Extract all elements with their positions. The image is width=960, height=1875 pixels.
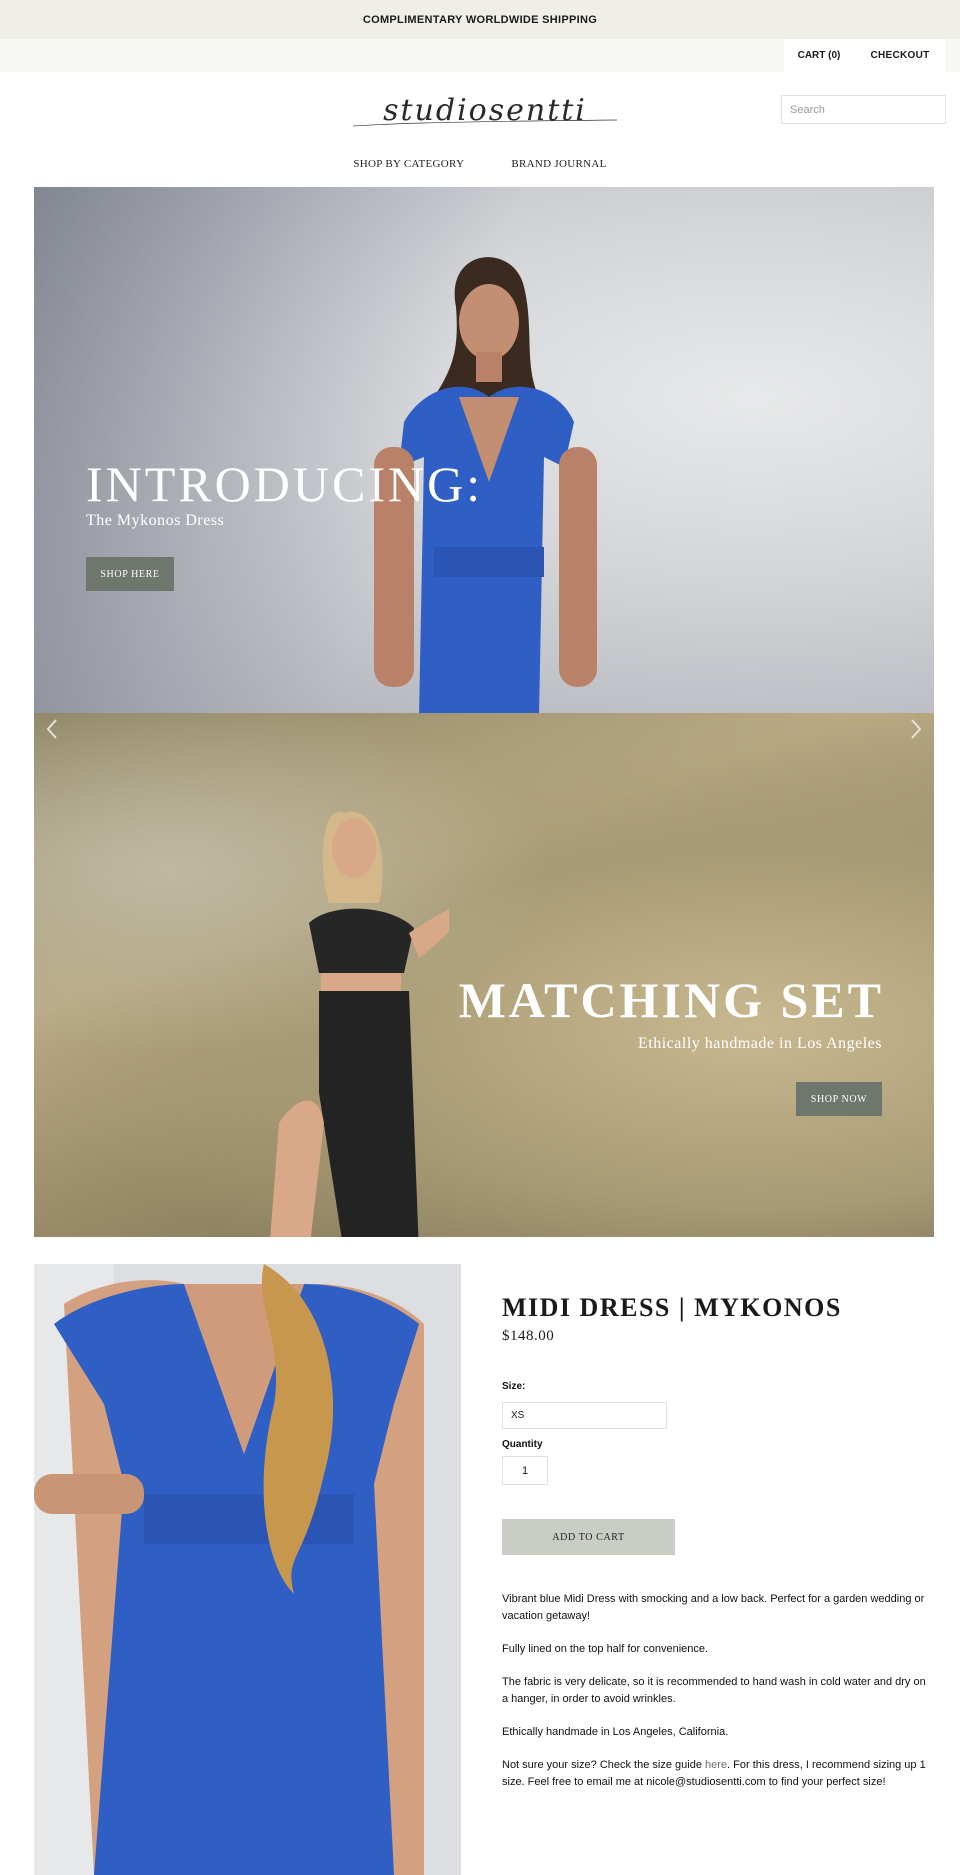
product-price: $148.00: [502, 1328, 555, 1344]
announcement-bar: COMPLIMENTARY WORLDWIDE SHIPPING: [0, 0, 960, 39]
slide-subheading: The Mykonos Dress: [86, 512, 225, 529]
size-label: Size:: [502, 1381, 526, 1392]
search-input[interactable]: [781, 95, 946, 124]
description-paragraph: Vibrant blue Midi Dress with smocking an…: [502, 1593, 925, 1622]
chevron-right-icon: [911, 719, 922, 739]
utility-bar: CART (0) CHECKOUT: [0, 39, 960, 72]
chevron-left-icon: [46, 719, 57, 739]
size-select[interactable]: XS: [502, 1402, 667, 1429]
svg-text:studiosentti: studiosentti: [383, 93, 587, 128]
brand-logo[interactable]: studiosentti: [345, 82, 625, 146]
checkout-link[interactable]: CHECKOUT: [854, 39, 946, 72]
quantity-input[interactable]: [502, 1456, 548, 1485]
model-black-set-image: [270, 811, 449, 1237]
product-title: MIDI DRESS | MYKONOS: [502, 1293, 842, 1322]
main-nav: SHOP BY CATEGORY BRAND JOURNAL: [0, 158, 960, 170]
hero-slide-introducing: INTRODUCING: The Mykonos Dress SHOP HERE: [34, 187, 934, 713]
slide-heading: INTRODUCING:: [86, 456, 484, 512]
shop-here-button[interactable]: SHOP HERE: [86, 557, 174, 591]
quantity-label: Quantity: [502, 1439, 543, 1450]
nav-brand-journal[interactable]: BRAND JOURNAL: [511, 158, 606, 170]
hero-slide-matching-set: MATCHING SET Ethically handmade in Los A…: [34, 713, 934, 1237]
shop-now-button[interactable]: SHOP NOW: [796, 1082, 882, 1116]
description-text: Not sure your size? Check the size guide: [502, 1759, 705, 1771]
description-paragraph: Not sure your size? Check the size guide…: [502, 1757, 930, 1791]
size-guide-link[interactable]: here: [705, 1759, 727, 1771]
next-slide-button[interactable]: [904, 715, 928, 743]
nav-shop-by-category[interactable]: SHOP BY CATEGORY: [353, 158, 464, 170]
description-paragraph: Fully lined on the top half for convenie…: [502, 1643, 709, 1655]
product-image[interactable]: [34, 1264, 461, 1875]
prev-slide-button[interactable]: [40, 715, 64, 743]
description-paragraph: The fabric is very delicate, so it is re…: [502, 1676, 926, 1705]
slide-heading: MATCHING SET: [458, 972, 884, 1028]
add-to-cart-button[interactable]: ADD TO CART: [502, 1519, 675, 1555]
size-select-value: XS: [511, 1410, 525, 1421]
announcement-text: COMPLIMENTARY WORLDWIDE SHIPPING: [362, 13, 598, 26]
description-paragraph: Ethically handmade in Los Angeles, Calif…: [502, 1726, 729, 1738]
blue-dress-closeup-image: [34, 1264, 461, 1875]
cart-link[interactable]: CART (0): [784, 39, 854, 72]
slide-subheading: Ethically handmade in Los Angeles: [638, 1035, 882, 1052]
